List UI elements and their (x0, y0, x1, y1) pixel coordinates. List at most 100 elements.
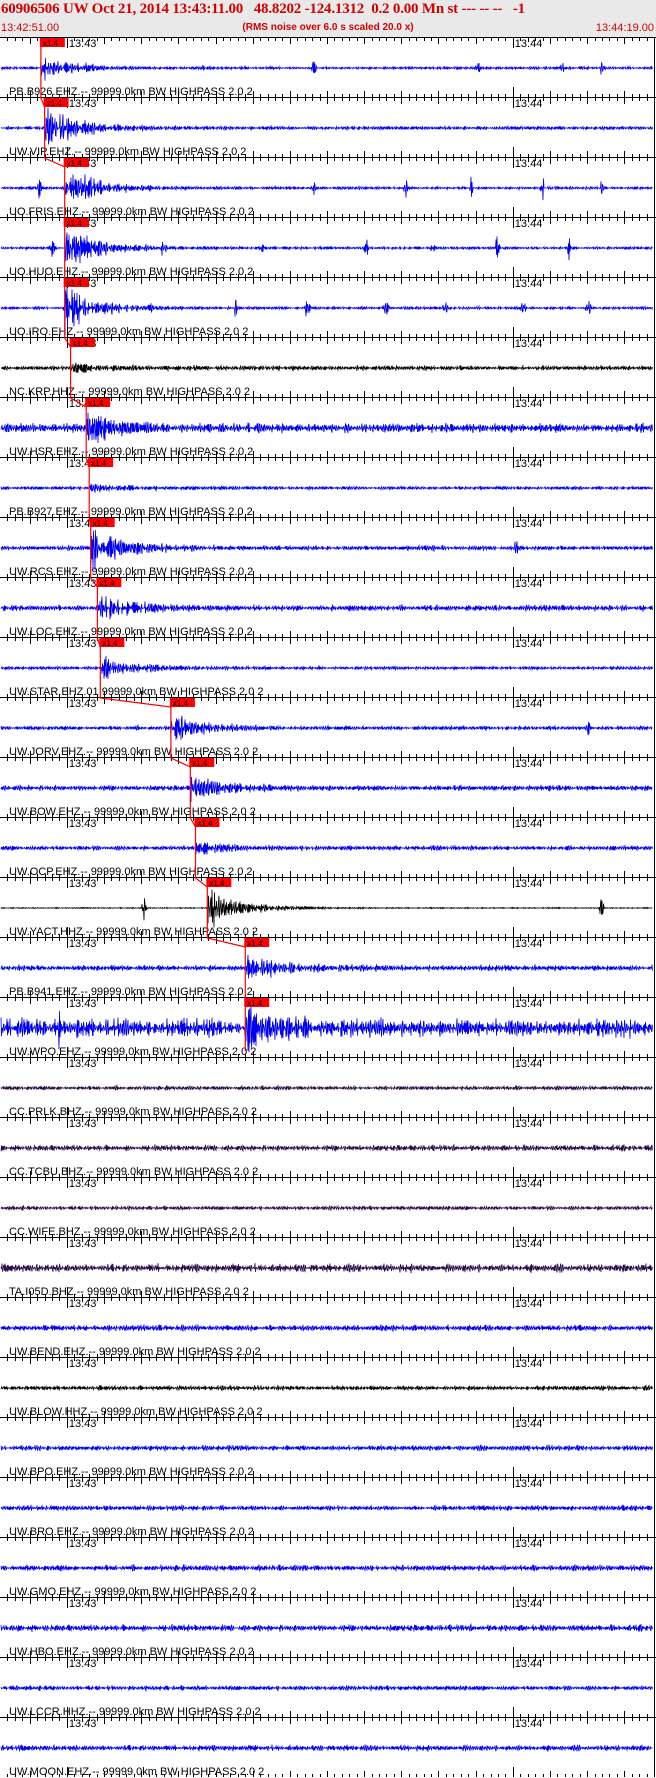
pick-label: x1.4 (102, 639, 118, 648)
time-tick-label: 13:44 (515, 218, 543, 230)
time-tick-label: 13:44 (515, 398, 543, 410)
waveform (1, 174, 653, 201)
station-label: UW.GMO.EHZ.-- 99999.0km BW HIGHPASS 2.0 … (9, 1586, 256, 1598)
station-label: NC.KRP.HHZ.-- 99999.0km BW HIGHPASS 2.0 … (9, 386, 250, 398)
time-tick-label: 13:44 (515, 1178, 543, 1190)
time-tick-label: 13:44 (515, 518, 543, 530)
waveform (0, 107, 653, 145)
time-tick-label: 13:44 (515, 758, 543, 770)
time-tick-label: 13:43 (69, 1058, 97, 1070)
time-tick-label: 13:43 (69, 1418, 97, 1430)
waveform (0, 889, 653, 928)
time-tick-label: 13:44 (515, 938, 543, 950)
pick-label: x1.4 (197, 819, 213, 828)
station-label: CC.WIFE.BHZ.-- 99999.0km BW HIGHPASS 2.0… (9, 1226, 256, 1238)
trace-row: 13:43 13:44 PB.B941.EHZ.-- 99999.0km BW HI… (0, 937, 656, 998)
time-tick-label: 13:44 (515, 878, 543, 890)
time-tick-label: 13:44 (515, 1058, 543, 1070)
trace-row: 13:43 13:44 UW.OCP.EHZ.-- 99999.0km BW HIG… (0, 817, 656, 878)
waveform (0, 1003, 653, 1053)
trace-row: 13:43 13:44 UW.WPO.EHZ.-- 99999.0km BW HIG… (0, 997, 656, 1058)
event-title: 60906506 UW Oct 21, 2014 13:43:11.00 48.… (1, 1, 525, 17)
pick-label: x1.4 (247, 999, 263, 1008)
trace-row: 13:4313:44UO.HUO.EHZ.-- 99999.0km BW HIG… (0, 217, 656, 278)
pick-label: x1.4 (67, 279, 83, 288)
waveform (0, 1384, 653, 1392)
station-label: UW.JORV.EHZ.-- 99999.0km BW HIGHPASS 2.0… (9, 746, 258, 758)
waveform (0, 842, 653, 855)
station-label: UW.YACT.HHZ.-- 99999.0km BW HIGHPASS 2.0… (9, 926, 258, 938)
time-tick-label: 13:44 (515, 338, 543, 350)
time-tick-label: 13:44 (515, 458, 543, 470)
station-label: PB.B927.EHZ.-- 99999.0km BW HIGHPASS 2.0… (9, 506, 253, 518)
pick-label: x1.4 (67, 219, 83, 228)
time-tick-label: 13:43 (69, 1118, 97, 1130)
station-label: TA.I05D.BHZ.-- 99999.0km BW HIGHPASS 2.0… (9, 1286, 249, 1298)
waveform (0, 1083, 653, 1092)
trace-row: 13:4313:44NC.KRP.HHZ.-- 99999.0km BW HIG… (0, 337, 656, 398)
station-label: UW.BLOW.HHZ.-- 99999.0km BW HIGHPASS 2.0… (9, 1406, 262, 1418)
station-label: UW.STAR.EHZ.01 99999.0km BW HIGHPASS 2.0… (9, 686, 264, 698)
time-tick-label: 13:44 (515, 698, 543, 710)
time-tick-label: 13:43 (69, 878, 97, 890)
trace-row: 13:43 13:44 CC.TCBU.BHZ.-- 99999.0km BW HI… (0, 1117, 656, 1178)
station-label: UW.WPO.EHZ.-- 99999.0km BW HIGHPASS 2.0 … (9, 1046, 256, 1058)
waveform (0, 596, 653, 620)
time-tick-label: 13:43 (69, 1178, 97, 1190)
trace-row: 13:43 13:44 TA.I05D.BHZ.-- 99999.0km BW HI… (0, 1237, 656, 1298)
time-tick-label: 13:43 (69, 1478, 97, 1490)
time-tick-label: 13:43 (69, 1298, 97, 1310)
time-tick-label: 13:44 (515, 1418, 543, 1430)
waveform (0, 1563, 653, 1573)
trace-row: 13:43 13:44UW.LOC.EHZ.-- 99999.0km BW HIG… (0, 577, 656, 638)
time-tick-label: 13:44 (515, 818, 543, 830)
time-tick-label: 13:43 (69, 1238, 97, 1250)
pick-label: x1.4 (47, 99, 63, 108)
station-label: UO.IRO.EHZ.-- 99999.0km BW HIGHPASS 2.0 … (9, 326, 248, 338)
time-tick-label: 13:44 (515, 278, 543, 290)
station-label: PB.B941.EHZ.-- 99999.0km BW HIGHPASS 2.0… (9, 986, 253, 998)
station-label: CC.TCBU.BHZ.-- 99999.0km BW HIGHPASS 2.0… (9, 1166, 258, 1178)
pick-label: x1.4 (247, 939, 263, 948)
time-tick-label: 13:44 (515, 1238, 543, 1250)
station-label: UO.HUO.EHZ.-- 99999.0km BW HIGHPASS 2.0 … (9, 266, 253, 278)
pick-label: x1.4 (43, 39, 59, 48)
waveform (0, 362, 653, 374)
time-tick-label: 13:44 (515, 638, 543, 650)
pick-label: x1.4 (67, 159, 83, 168)
station-label: PB.B926.EHZ.-- 99999.0km BW HIGHPASS 2.0… (9, 86, 253, 98)
time-tick-label: 13:43 (69, 1538, 97, 1550)
station-label: UW.HBO.EHZ.-- 99999.0km BW HIGHPASS 2.0 … (9, 1646, 254, 1658)
waveform (0, 1622, 653, 1633)
pick-label: x1.4 (99, 579, 115, 588)
trace-row: 13:43 13:44UW.LCCR.HHZ.-- 99999.0km BW HI… (0, 1657, 656, 1718)
time-tick-label: 13:43 (69, 938, 97, 950)
pick-label: x1.4 (93, 519, 109, 528)
station-label: UW.RCS.EHZ.-- 99999.0km BW HIGHPASS 2.0 … (9, 566, 253, 578)
time-tick-label: 13:43 (69, 998, 97, 1010)
trace-row: 13:43 13:44UW.VIP.EHZ.-- 99999.0km BW HIG… (0, 97, 656, 158)
trace-row: 13:43 13:44 UW.GMO.EHZ.-- 99999.0km BW HIG… (0, 1537, 656, 1598)
time-tick-label: 13:44 (515, 38, 543, 50)
pick-label: x1.4 (91, 459, 107, 468)
waveform (0, 776, 653, 803)
trace-row: 13:43 13:44 PB.B926.EHZ.-- 99999.0km BW HI… (0, 37, 656, 98)
waveform (0, 1504, 653, 1512)
waveform (0, 954, 653, 979)
waveform (0, 57, 653, 81)
trace-row: 13:43 13:44 UW.BRO.EHZ.-- 99999.0km BW HIG… (0, 1477, 656, 1538)
waveform (0, 715, 653, 740)
trace-row: 13:4313:44UO.IRO.EHZ.-- 99999.0km BW HIG… (0, 277, 656, 338)
time-tick-label: 13:44 (515, 158, 543, 170)
pick-label: x1.4 (73, 339, 89, 348)
waveform (0, 1143, 653, 1153)
pick-label: x1.4 (209, 879, 225, 888)
time-tick-label: 13:43 (69, 38, 97, 50)
station-label: UW.BOW.EHZ.-- 99999.0km BW HIGHPASS 2.0 … (9, 806, 256, 818)
waveform (0, 483, 653, 493)
trace-row: 13:43 13:44UW.HSR.EHZ.-- 99999.0km BW HIG… (0, 397, 656, 458)
time-tick-label: 13:43 (69, 818, 97, 830)
time-tick-label: 13:44 (515, 1478, 543, 1490)
time-tick-label: 13:43 (69, 98, 97, 110)
trace-row: 13:43 13:44PB.B927.EHZ.-- 99999.0km BW HI… (0, 457, 656, 518)
